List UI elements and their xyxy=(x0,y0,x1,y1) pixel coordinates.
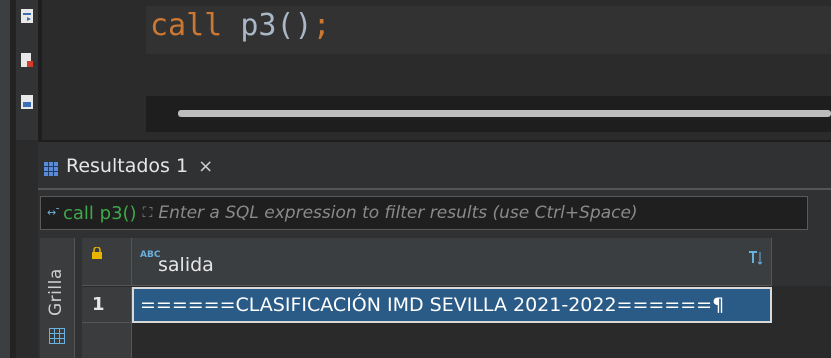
gutter-separator xyxy=(38,0,42,140)
column-header-salida[interactable] xyxy=(132,238,772,286)
code-semicolon: ; xyxy=(312,8,331,43)
filter-bar[interactable]: ↔T call p3() ⛶ Enter a SQL expression to… xyxy=(40,196,808,230)
table-cell-selected[interactable]: ======CLASIFICACIÓN IMD SEVILLA 2021-202… xyxy=(132,287,772,323)
svg-text:↔T: ↔T xyxy=(47,206,59,219)
filter-input[interactable]: Enter a SQL expression to filter results… xyxy=(158,203,637,223)
grid-corner xyxy=(82,238,132,286)
editor-gutter xyxy=(16,0,38,140)
horizontal-scrollbar[interactable] xyxy=(178,110,831,117)
code-keyword: call xyxy=(150,8,223,43)
column-name: salida xyxy=(158,254,214,276)
expand-icon[interactable]: ⛶ xyxy=(143,205,153,221)
sql-code-line[interactable]: call p3(); xyxy=(150,8,331,43)
execute-script-icon[interactable] xyxy=(20,52,34,68)
filter-query-label: call p3() xyxy=(63,202,137,224)
execute-statement-icon[interactable] xyxy=(20,8,34,24)
tab-bar-underline xyxy=(38,188,831,190)
filter-bar-end xyxy=(808,196,831,230)
close-icon[interactable]: × xyxy=(198,156,213,177)
code-function: p3() xyxy=(240,8,313,43)
lock-icon xyxy=(92,244,102,259)
table-icon xyxy=(44,159,58,176)
tab-resultados-1[interactable]: Resultados 1 × xyxy=(44,148,213,184)
grid-icon xyxy=(49,328,65,344)
row-number-empty xyxy=(82,323,132,358)
cell-value: ======CLASIFICACIÓN IMD SEVILLA 2021-202… xyxy=(140,294,725,316)
explain-plan-icon[interactable] xyxy=(20,94,34,110)
filter-type-icon: ↔T xyxy=(47,205,63,222)
window-left-strip xyxy=(0,0,10,358)
sort-icon[interactable] xyxy=(748,250,764,266)
header-filler xyxy=(772,238,831,286)
tab-label: Resultados 1 xyxy=(66,155,189,177)
side-tab-label: Grilla xyxy=(46,268,66,316)
panel-divider xyxy=(38,140,831,142)
row-number[interactable]: 1 xyxy=(82,287,132,323)
